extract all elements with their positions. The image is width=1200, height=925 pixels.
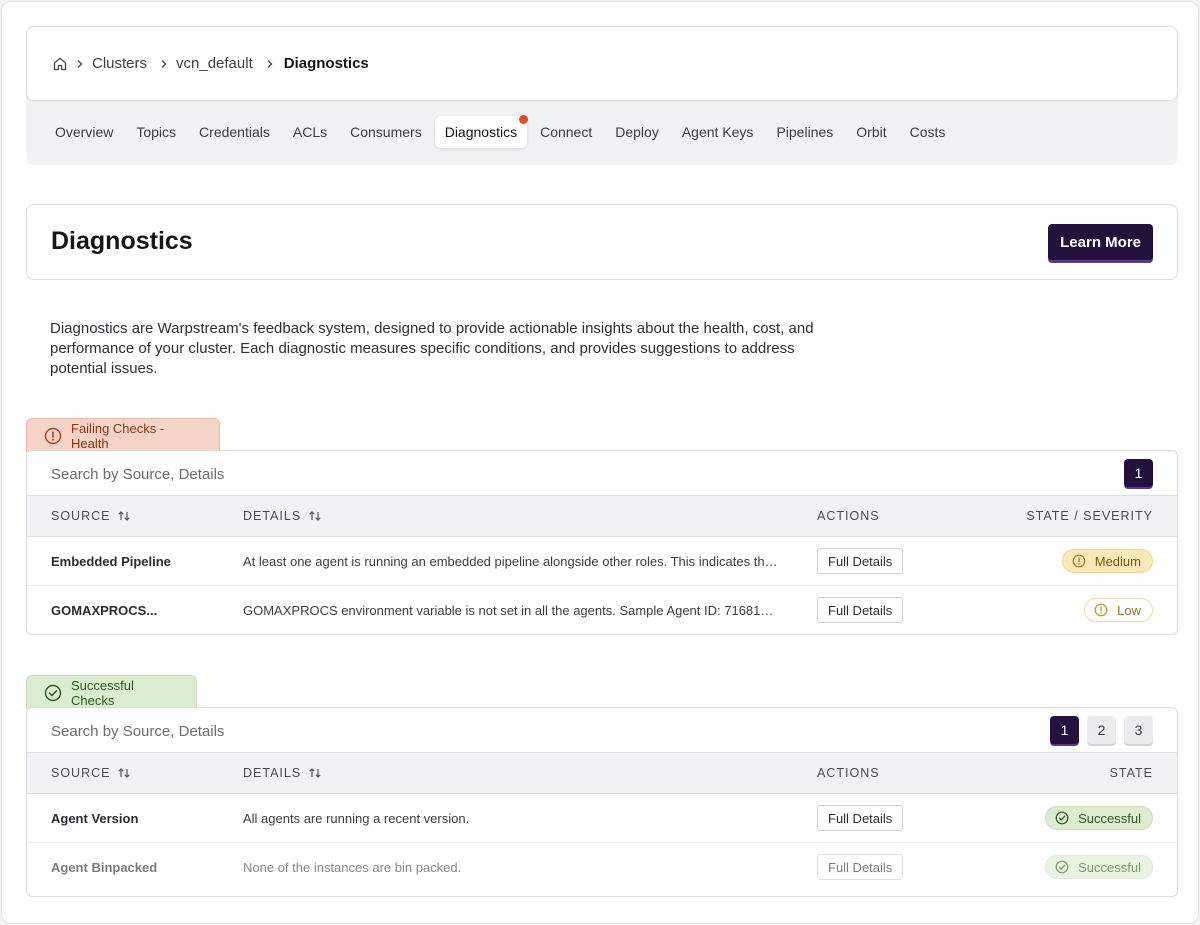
column-details-label: DETAILS [243, 766, 302, 780]
successful-pagination: 1 2 3 [1042, 716, 1153, 744]
tab-consumers[interactable]: Consumers [340, 116, 432, 148]
row-details: At least one agent is running an embedde… [243, 554, 778, 569]
check-circle-icon [1055, 860, 1069, 874]
tab-overview[interactable]: Overview [45, 116, 123, 148]
page-header: Diagnostics Learn More [26, 204, 1178, 280]
successful-search-input[interactable] [51, 720, 651, 742]
full-details-button[interactable]: Full Details [817, 805, 904, 831]
tab-diagnostics-label: Diagnostics [444, 124, 518, 140]
column-source-label: SOURCE [51, 509, 111, 523]
column-state: STATE [1109, 766, 1153, 780]
column-source[interactable]: SOURCE [51, 509, 131, 523]
learn-more-button[interactable]: Learn More [1048, 224, 1153, 260]
successful-page-3[interactable]: 3 [1124, 716, 1153, 744]
sort-arrows-icon[interactable] [308, 509, 322, 523]
failing-checks-tab[interactable]: Failing Checks - Health [26, 418, 220, 452]
successful-table-header: SOURCE DETAILS ACTIONS STATE [27, 753, 1177, 794]
row-source: Agent Version [51, 811, 139, 826]
successful-checks-table: 1 2 3 SOURCE DETAILS ACTIONS STATE Ag [26, 707, 1178, 897]
breadcrumb-clusters[interactable]: Clusters [92, 55, 147, 72]
failing-search-row: 1 [27, 451, 1177, 496]
row-source: Embedded Pipeline [51, 554, 171, 569]
column-actions: ACTIONS [817, 766, 880, 780]
failing-checks-table: 1 SOURCE DETAILS ACTIONS STATE / SEVERIT… [26, 450, 1178, 635]
state-label: Successful [1078, 810, 1141, 826]
column-actions: ACTIONS [817, 509, 880, 523]
alert-circle-icon [44, 427, 62, 445]
tab-diagnostics[interactable]: Diagnostics [434, 115, 529, 148]
check-circle-icon [1055, 811, 1069, 825]
sort-arrows-icon[interactable] [308, 766, 322, 780]
cluster-tabs: Overview Topics Credentials ACLs Consume… [45, 115, 958, 148]
table-row: Embedded Pipeline At least one agent is … [27, 537, 1177, 586]
severity-label: Medium [1094, 553, 1141, 569]
sort-arrows-icon[interactable] [117, 509, 131, 523]
tab-deploy[interactable]: Deploy [605, 116, 669, 148]
home-icon[interactable] [52, 56, 68, 72]
breadcrumb: Clusters vcn_default Diagnostics [26, 26, 1178, 101]
column-state-severity: STATE / SEVERITY [1026, 509, 1153, 523]
successful-page-2[interactable]: 2 [1087, 716, 1116, 744]
row-source: Agent Binpacked [51, 860, 158, 875]
successful-page-1[interactable]: 1 [1050, 716, 1079, 744]
table-row: Agent Binpacked None of the instances ar… [27, 843, 1177, 892]
alert-circle-icon [1094, 603, 1108, 617]
tab-pipelines[interactable]: Pipelines [766, 116, 843, 148]
tab-agent-keys[interactable]: Agent Keys [672, 116, 764, 148]
failing-page-1[interactable]: 1 [1124, 459, 1153, 487]
failing-checks-label: Failing Checks - Health [71, 420, 165, 451]
successful-checks-tab[interactable]: Successful Checks [26, 675, 197, 709]
column-details[interactable]: DETAILS [243, 509, 322, 523]
tab-credentials[interactable]: Credentials [189, 116, 280, 148]
column-details-label: DETAILS [243, 509, 302, 523]
severity-badge: Low [1084, 598, 1153, 622]
state-label: Successful [1078, 859, 1141, 875]
full-details-button[interactable]: Full Details [817, 548, 904, 574]
sort-arrows-icon[interactable] [117, 766, 131, 780]
column-details[interactable]: DETAILS [243, 766, 322, 780]
chevron-right-icon [155, 56, 173, 72]
tab-connect[interactable]: Connect [530, 116, 602, 148]
row-details: GOMAXPROCS environment variable is not s… [243, 603, 778, 618]
column-source[interactable]: SOURCE [51, 766, 131, 780]
successful-search-row: 1 2 3 [27, 708, 1177, 753]
notification-dot-icon [519, 115, 529, 124]
cluster-header: Clusters vcn_default Diagnostics Overvie… [26, 26, 1178, 165]
successful-checks-label: Successful Checks [71, 677, 134, 708]
failing-table-header: SOURCE DETAILS ACTIONS STATE / SEVERITY [27, 496, 1177, 537]
row-source: GOMAXPROCS... [51, 603, 158, 618]
breadcrumb-cluster[interactable]: vcn_default [176, 55, 253, 72]
state-badge: Successful [1045, 806, 1153, 830]
failing-pagination: 1 [1116, 459, 1153, 487]
tab-acls[interactable]: ACLs [283, 116, 337, 148]
page-description: Diagnostics are Warpstream's feedback sy… [50, 320, 814, 377]
severity-badge: Medium [1061, 549, 1153, 573]
tab-orbit[interactable]: Orbit [846, 116, 896, 148]
severity-label: Low [1117, 602, 1141, 618]
column-source-label: SOURCE [51, 766, 111, 780]
chevron-right-icon [71, 56, 89, 72]
tab-topics[interactable]: Topics [126, 116, 186, 148]
chevron-right-icon [261, 56, 279, 72]
tab-costs[interactable]: Costs [900, 116, 956, 148]
row-details: All agents are running a recent version. [243, 811, 470, 826]
full-details-button[interactable]: Full Details [817, 597, 904, 623]
check-circle-icon [44, 684, 62, 702]
breadcrumb-current: Diagnostics [283, 55, 369, 72]
page-title: Diagnostics [51, 227, 193, 255]
app-window: Clusters vcn_default Diagnostics Overvie… [1, 1, 1199, 924]
alert-circle-icon [1072, 554, 1086, 568]
full-details-button[interactable]: Full Details [817, 854, 904, 880]
table-row: GOMAXPROCS... GOMAXPROCS environment var… [27, 586, 1177, 634]
table-row: Agent Version All agents are running a r… [27, 794, 1177, 843]
row-details: None of the instances are bin packed. [243, 860, 462, 875]
state-badge: Successful [1045, 855, 1153, 879]
failing-search-input[interactable] [51, 463, 651, 485]
